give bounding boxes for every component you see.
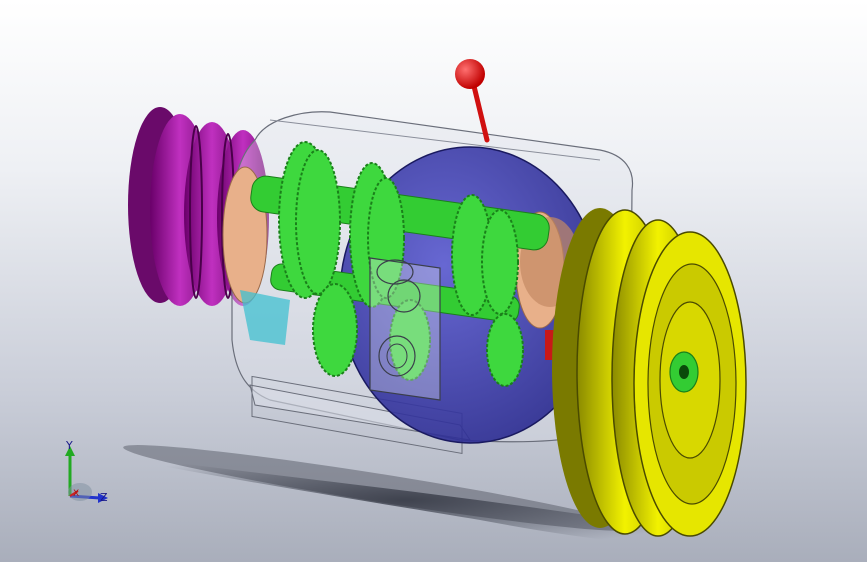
- axis-triad-graphic: [65, 446, 108, 503]
- 3d-viewport[interactable]: Y Z X: [0, 0, 867, 562]
- y-axis-label: Y: [66, 439, 73, 452]
- shift-lever[interactable]: [455, 59, 490, 143]
- shift-block: [369, 257, 441, 401]
- axis-triad: Y Z X: [46, 436, 116, 516]
- gearbox-model[interactable]: [0, 0, 867, 562]
- z-axis-label: Z: [100, 491, 108, 504]
- x-axis-label: X: [73, 489, 80, 499]
- right-pulley[interactable]: [552, 208, 747, 537]
- shift-lever-knob: [455, 59, 485, 89]
